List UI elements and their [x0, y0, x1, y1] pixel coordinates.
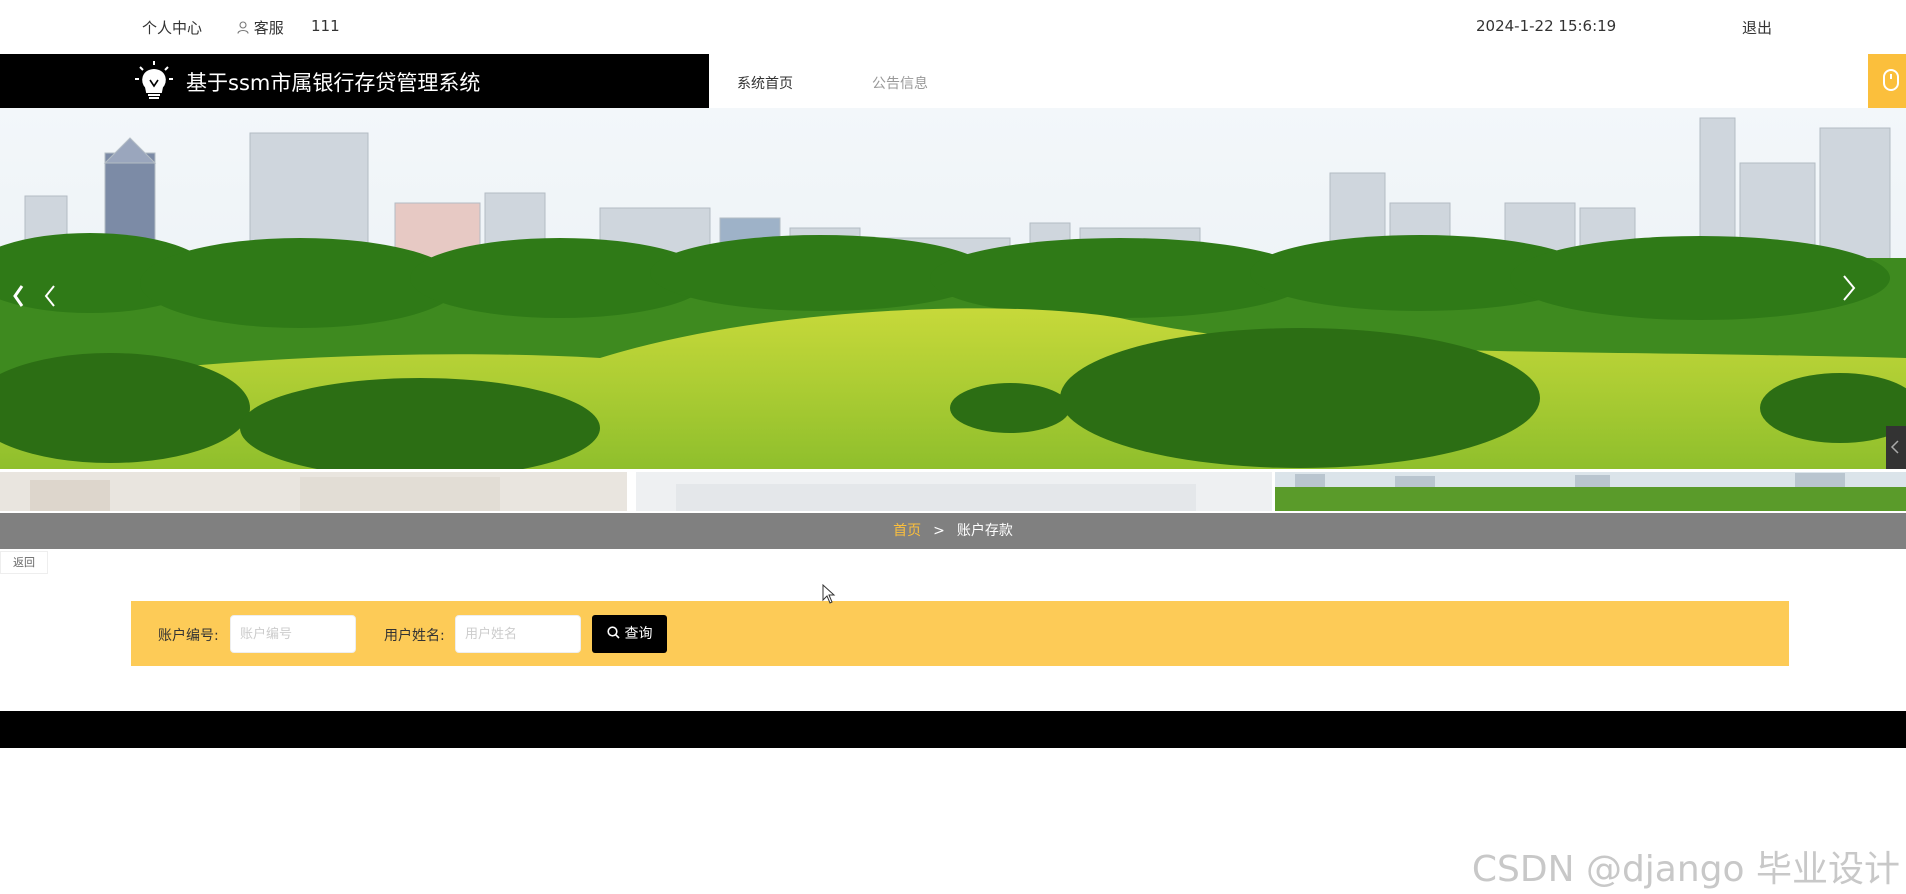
chevron-left-icon[interactable] [6, 276, 56, 316]
back-button[interactable]: 返回 [0, 551, 48, 574]
breadcrumb-current: 账户存款 [956, 523, 1013, 539]
footer [0, 711, 1906, 748]
account-no-input[interactable] [230, 615, 356, 653]
user-name-label: 用户姓名: [384, 628, 445, 644]
customer-service[interactable]: 客服 [237, 17, 284, 38]
site-title: 基于ssm市属银行存贷管理系统 [186, 71, 481, 95]
breadcrumb: 首页 > 账户存款 [0, 513, 1906, 549]
logout-link[interactable]: 退出 [1742, 17, 1772, 38]
username: 111 [311, 17, 340, 35]
lightbulb-logo-icon [135, 61, 173, 99]
carousel-thumbnails [0, 469, 1906, 511]
account-no-label: 账户编号: [158, 628, 219, 644]
chevron-right-icon[interactable] [1836, 268, 1866, 308]
nav-item-notice[interactable]: 公告信息 [872, 73, 928, 93]
thumbnail-2[interactable] [636, 472, 1272, 511]
carousel-side-tab[interactable] [1886, 426, 1906, 469]
personal-center-link[interactable]: 个人中心 [142, 17, 202, 38]
brand-bar: 基于ssm市属银行存贷管理系统 [0, 54, 709, 108]
mouse-icon [1883, 69, 1899, 91]
search-icon [606, 626, 620, 639]
breadcrumb-separator: > [933, 523, 945, 539]
thumbnail-1[interactable] [0, 472, 627, 511]
banner-carousel [0, 108, 1906, 469]
search-panel: 账户编号: 用户姓名: 查询 [131, 601, 1789, 666]
query-button[interactable]: 查询 [592, 615, 667, 653]
watermark: CSDN @django 毕业设计 [1471, 849, 1900, 890]
current-datetime: 2024-1-22 15:6:19 [1476, 17, 1617, 35]
nav-item-home[interactable]: 系统首页 [737, 73, 793, 93]
thumbnail-3[interactable] [1275, 472, 1906, 511]
query-button-label: 查询 [624, 626, 653, 642]
customer-service-label: 客服 [253, 19, 284, 37]
user-name-input[interactable] [455, 615, 581, 653]
chevron-left-icon [1890, 440, 1899, 454]
city-park-banner-image [0, 108, 1906, 469]
mouse-cursor-icon [822, 584, 836, 604]
breadcrumb-home[interactable]: 首页 [893, 523, 921, 539]
top-bar: 个人中心 客服 111 2024-1-22 15:6:19 退出 [0, 0, 1906, 54]
side-float-button[interactable] [1868, 54, 1906, 108]
user-icon [237, 21, 249, 34]
